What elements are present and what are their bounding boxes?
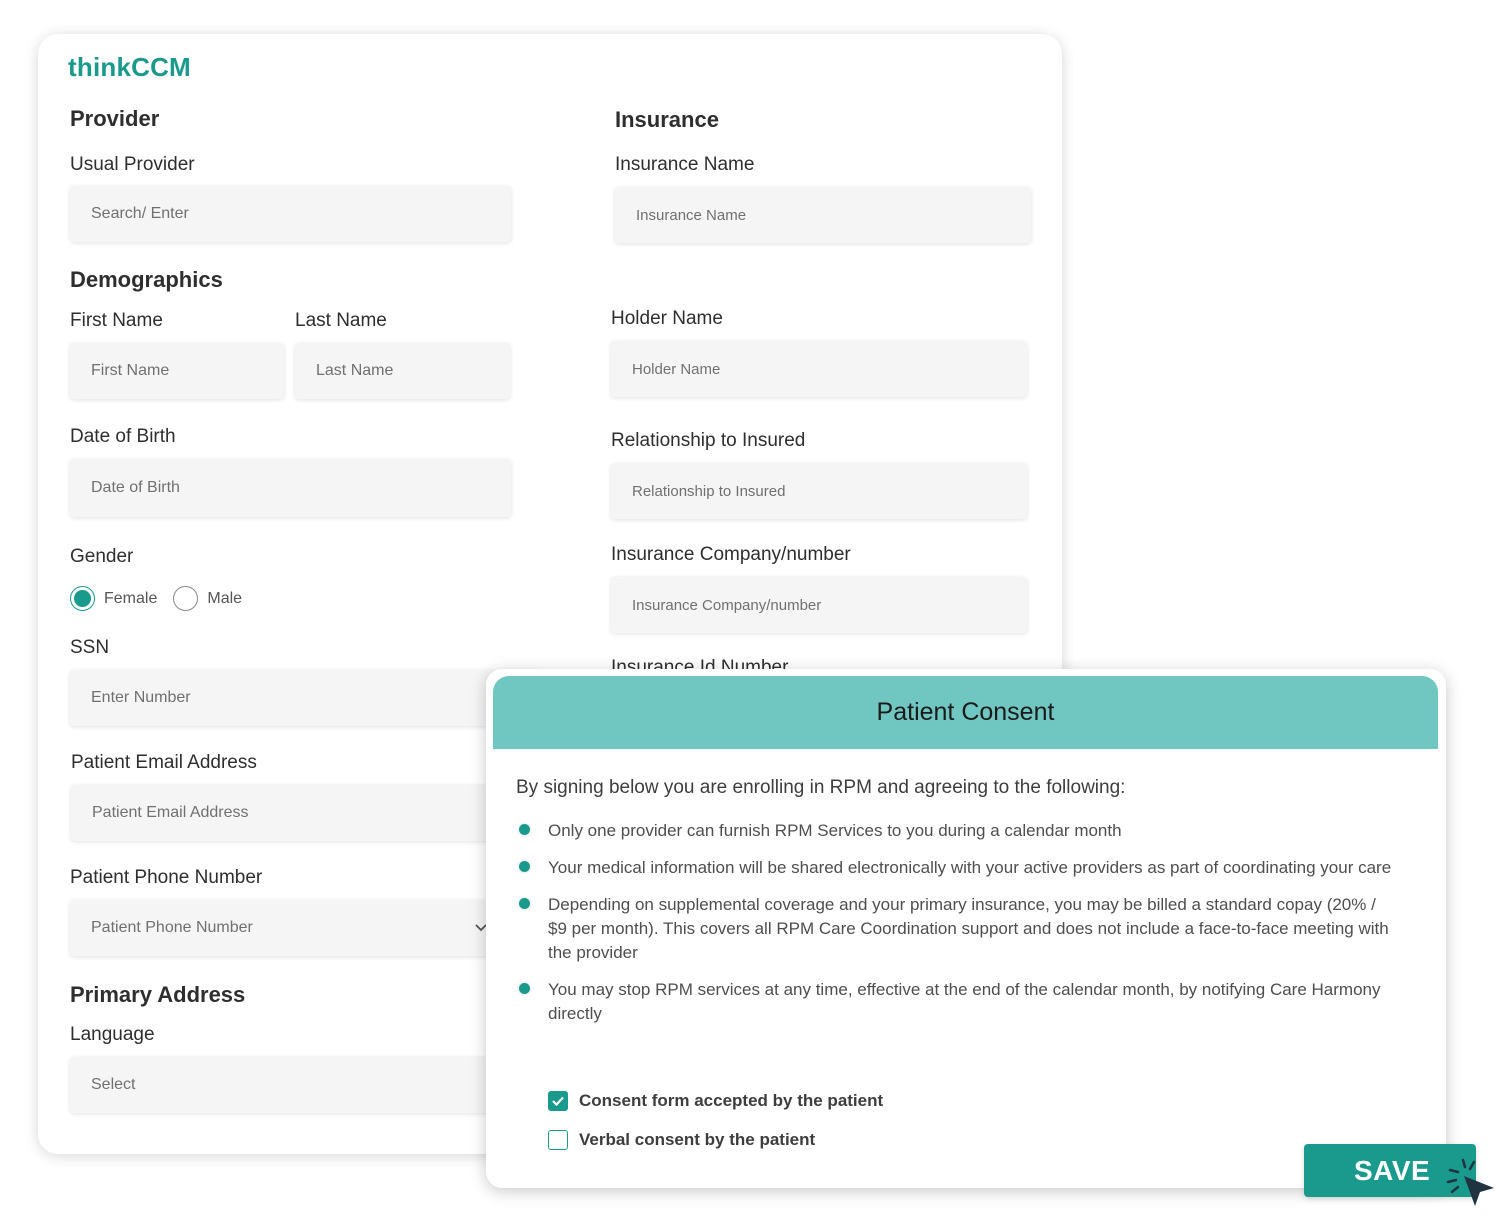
usual-provider-placeholder: Search/ Enter: [91, 205, 189, 222]
dob-label: Date of Birth: [70, 426, 176, 447]
phone-placeholder: Patient Phone Number: [91, 919, 253, 936]
verbal-consent-checkbox[interactable]: [548, 1130, 568, 1150]
gender-male-label[interactable]: Male: [207, 590, 242, 608]
verbal-consent-label[interactable]: Verbal consent by the patient: [579, 1130, 815, 1150]
consent-accepted-checkbox[interactable]: [548, 1091, 568, 1111]
language-label: Language: [70, 1024, 155, 1045]
ssn-placeholder: Enter Number: [91, 689, 191, 706]
insurance-company-placeholder: Insurance Company/number: [632, 596, 822, 614]
last-name-placeholder: Last Name: [316, 362, 394, 379]
bullet-dot-icon: [519, 824, 530, 835]
insurance-company-input[interactable]: Insurance Company/number: [611, 577, 1027, 633]
usual-provider-label: Usual Provider: [70, 154, 195, 175]
usual-provider-input[interactable]: Search/ Enter: [70, 186, 511, 242]
language-value: Select: [91, 1076, 136, 1093]
dob-input[interactable]: Date of Birth: [70, 459, 511, 517]
email-input[interactable]: Patient Email Address: [71, 785, 541, 841]
phone-label: Patient Phone Number: [70, 867, 263, 888]
bullet-dot-icon: [519, 983, 530, 994]
ssn-input[interactable]: Enter Number: [70, 670, 540, 726]
first-name-label: First Name: [70, 310, 163, 331]
gender-label: Gender: [70, 546, 134, 567]
modal-title: Patient Consent: [876, 698, 1055, 726]
gender-female-label[interactable]: Female: [104, 590, 157, 608]
consent-accepted-label[interactable]: Consent form accepted by the patient: [579, 1091, 883, 1111]
holder-name-label: Holder Name: [611, 308, 723, 329]
first-name-placeholder: First Name: [91, 362, 170, 379]
modal-header: Patient Consent: [493, 676, 1438, 749]
bullet-dot-icon: [519, 898, 530, 909]
relationship-placeholder: Relationship to Insured: [632, 482, 786, 500]
insurance-name-input[interactable]: Insurance Name: [615, 187, 1031, 243]
last-name-input[interactable]: Last Name: [295, 343, 510, 399]
relationship-input[interactable]: Relationship to Insured: [611, 463, 1027, 519]
email-label: Patient Email Address: [71, 752, 257, 773]
holder-name-placeholder: Holder Name: [632, 360, 721, 378]
consent-term: You may stop RPM services at any time, e…: [516, 978, 1396, 1026]
language-select[interactable]: Select: [70, 1057, 540, 1113]
demographics-section-title: Demographics: [70, 267, 223, 292]
email-placeholder: Patient Email Address: [92, 804, 249, 821]
consent-accepted-row[interactable]: Consent form accepted by the patient: [548, 1091, 883, 1111]
insurance-company-label: Insurance Company/number: [611, 544, 851, 565]
first-name-input[interactable]: First Name: [70, 343, 284, 399]
insurance-section-title: Insurance: [615, 107, 719, 132]
bullet-dot-icon: [519, 861, 530, 872]
brand-logo: thinkCCM: [68, 52, 191, 82]
consent-term: Only one provider can furnish RPM Servic…: [516, 819, 1396, 843]
phone-select[interactable]: Patient Phone Number: [70, 900, 490, 956]
gender-female-radio[interactable]: [70, 586, 95, 611]
consent-terms-list: Only one provider can furnish RPM Servic…: [516, 819, 1396, 1039]
patient-consent-modal: Patient Consent By signing below you are…: [486, 669, 1446, 1188]
gender-male-radio[interactable]: [173, 586, 199, 611]
consent-intro: By signing below you are enrolling in RP…: [516, 777, 1126, 798]
primary-address-section-title: Primary Address: [70, 982, 246, 1007]
provider-section-title: Provider: [70, 106, 160, 131]
holder-name-input[interactable]: Holder Name: [611, 341, 1027, 397]
dob-placeholder: Date of Birth: [91, 479, 180, 496]
mouse-cursor-click-icon: [1446, 1158, 1494, 1206]
consent-term: Depending on supplemental coverage and y…: [516, 893, 1396, 965]
verbal-consent-row[interactable]: Verbal consent by the patient: [548, 1130, 815, 1150]
relationship-label: Relationship to Insured: [611, 430, 806, 451]
insurance-name-placeholder: Insurance Name: [636, 206, 747, 224]
ssn-label: SSN: [70, 637, 110, 658]
last-name-label: Last Name: [295, 310, 387, 331]
checkmark-icon: [552, 1096, 564, 1107]
gender-radio-group: Female Male: [70, 586, 258, 611]
insurance-name-label: Insurance Name: [615, 154, 755, 175]
consent-term: Your medical information will be shared …: [516, 856, 1396, 880]
